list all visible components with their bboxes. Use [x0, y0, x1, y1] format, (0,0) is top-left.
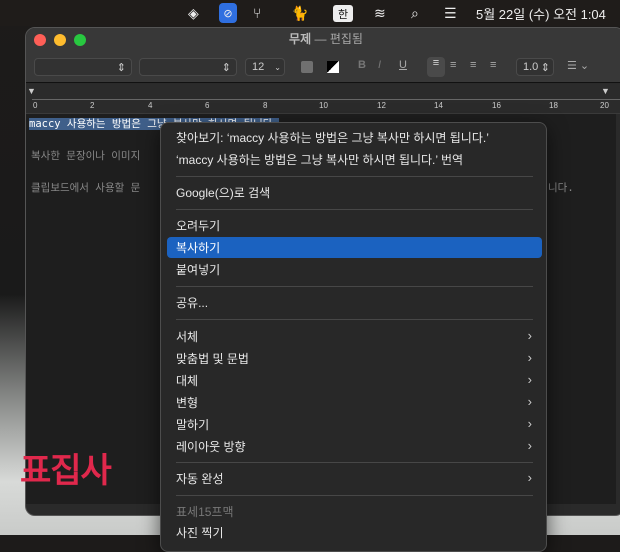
runcat-icon[interactable]: 🐈: [285, 3, 315, 23]
ruler-tick: 4: [148, 101, 153, 110]
list-icon[interactable]: ☰ ⌄: [567, 59, 589, 72]
document-name: 무제: [289, 32, 312, 46]
right-indent-marker[interactable]: ▼: [601, 86, 610, 96]
ruler-tick: 6: [205, 101, 210, 110]
menu-label: 서체: [176, 330, 199, 344]
align-right-icon[interactable]: ≡: [470, 59, 476, 71]
menu-label: 말하기: [176, 418, 210, 432]
menu-label: 레이아웃 방향: [176, 440, 246, 454]
menu-label: 변형: [176, 396, 199, 410]
menu-item-copy[interactable]: 복사하기: [167, 237, 542, 258]
menu-item-autofill[interactable]: 자동 완성 ›: [167, 468, 542, 489]
menu-item-search-google[interactable]: Google(으)로 검색: [167, 182, 542, 203]
menu-item-speech[interactable]: 말하기 ›: [167, 414, 542, 435]
ruler-tick: 14: [434, 101, 443, 110]
italic-button[interactable]: I: [378, 59, 381, 71]
ruler-tick: 12: [377, 101, 386, 110]
justify-icon[interactable]: ≡: [490, 59, 496, 71]
wifi-icon[interactable]: ≋: [374, 3, 386, 23]
background-color-well[interactable]: [327, 61, 339, 73]
font-style-select[interactable]: ⇕: [139, 58, 237, 76]
menu-item-translate[interactable]: ‘maccy 사용하는 방법은 그냥 복사만 하시면 됩니다.’ 번역: [167, 149, 542, 170]
bold-button[interactable]: B: [358, 59, 366, 71]
font-size-value: 12: [252, 61, 265, 73]
layers-icon[interactable]: ◈: [188, 3, 199, 23]
menu-section-header: 표세15프맥: [176, 505, 234, 519]
ruler-tick: 18: [549, 101, 558, 110]
chevron-right-icon: ›: [527, 416, 532, 431]
ruler-tick: 10: [319, 101, 328, 110]
ruler-tick: 8: [263, 101, 268, 110]
underline-button[interactable]: U: [399, 59, 407, 71]
menu-item-take-photo[interactable]: 사진 찍기: [167, 522, 542, 543]
text-line-2[interactable]: 복사한 문장이나 이미지: [31, 148, 140, 163]
left-indent-marker[interactable]: ▼: [27, 86, 36, 96]
search-icon[interactable]: ⌕: [411, 3, 419, 23]
line-spacing-select[interactable]: 1.0 ⇕: [516, 58, 554, 76]
menu-item-font[interactable]: 서체 ›: [167, 326, 542, 347]
chevron-right-icon: ›: [527, 328, 532, 343]
align-center-icon[interactable]: ≡: [450, 59, 456, 71]
ruler-tick: 0: [33, 101, 38, 110]
menu-item-lookup[interactable]: 찾아보기: ‘maccy 사용하는 방법은 그냥 복사만 하시면 됩니다.’: [167, 127, 542, 148]
menu-item-substitutions[interactable]: 대체 ›: [167, 370, 542, 391]
menu-item-layout-direction[interactable]: 레이아웃 방향 ›: [167, 436, 542, 457]
align-left-icon[interactable]: ≡: [427, 57, 445, 77]
menu-label: 자동 완성: [176, 472, 224, 486]
font-family-select[interactable]: ⇕: [34, 58, 132, 76]
menu-bar: ◈ ⊘ ⑂ 🐈 한 ≋ ⌕ ☰ 5월 22일 (수) 오전 1:04: [0, 0, 620, 26]
menu-item-share[interactable]: 공유...: [167, 292, 542, 313]
menu-item-paste[interactable]: 붙여넣기: [167, 259, 542, 280]
control-center-icon[interactable]: ☰: [444, 3, 457, 23]
clock[interactable]: 5월 22일 (수) 오전 1:04: [476, 3, 606, 23]
chevron-right-icon: ›: [527, 372, 532, 387]
watermark-logo: 표집사: [20, 452, 112, 490]
text-line-3[interactable]: 클립보드에서 사용할 문: [31, 180, 140, 195]
text-line-3-end[interactable]: 니다.: [548, 180, 574, 195]
blocker-app-icon[interactable]: ⊘: [219, 3, 237, 23]
context-menu: 찾아보기: ‘maccy 사용하는 방법은 그냥 복사만 하시면 됩니다.’ ‘…: [160, 122, 547, 552]
title-bar: 무제 — 편집됨 ⇕ ⇕ 12 ⌄ B I U ≡ ≡ ≡ ≡ 1.0 ⇕ ☰ ⌄: [26, 28, 620, 83]
chevron-right-icon: ›: [527, 470, 532, 485]
line-spacing-value: 1.0: [523, 61, 539, 73]
edited-status: — 편집됨: [314, 32, 363, 46]
window-title: 무제 — 편집됨: [26, 30, 620, 47]
menu-item-transformations[interactable]: 변형 ›: [167, 392, 542, 413]
chevron-right-icon: ›: [527, 394, 532, 409]
chevron-down-icon: ⌄: [274, 62, 281, 72]
font-size-select[interactable]: 12 ⌄: [245, 58, 285, 76]
chevron-updown-icon: ⇕: [540, 61, 550, 74]
chevron-updown-icon: ⇕: [221, 61, 231, 74]
fork-icon[interactable]: ⑂: [253, 3, 261, 23]
menu-item-cut[interactable]: 오려두기: [167, 215, 542, 236]
input-method-indicator[interactable]: 한: [333, 5, 353, 22]
menu-label: 대체: [176, 374, 199, 388]
chevron-updown-icon: ⇕: [116, 61, 126, 74]
ruler-tick: 2: [90, 101, 95, 110]
ruler[interactable]: ▼ ▼ 0 2 4 6 8 10 12 14 16 18 20: [26, 84, 620, 114]
ruler-tick: 16: [492, 101, 501, 110]
chevron-right-icon: ›: [527, 350, 532, 365]
menu-label: 맞춤법 및 문법: [176, 352, 249, 366]
chevron-right-icon: ›: [527, 438, 532, 453]
text-color-well[interactable]: [301, 61, 313, 73]
menu-item-spelling[interactable]: 맞춤법 및 문법 ›: [167, 348, 542, 369]
ruler-tick: 20: [600, 101, 609, 110]
